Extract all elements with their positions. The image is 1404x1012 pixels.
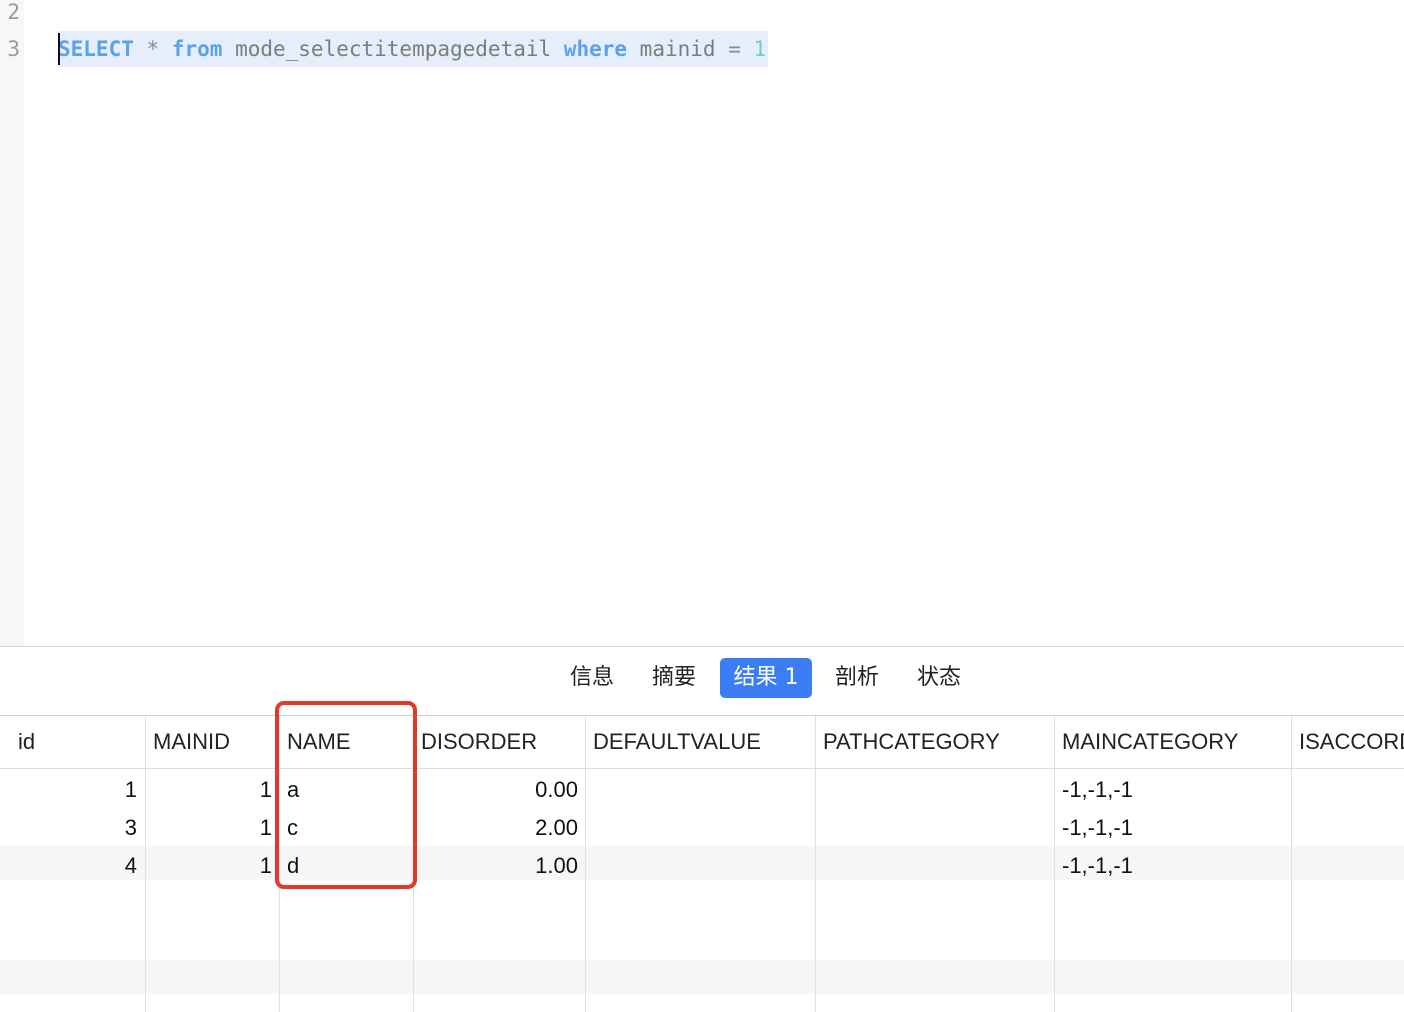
column-header-isaccord[interactable]: ISACCORD bbox=[1299, 726, 1404, 758]
text-caret bbox=[58, 33, 60, 65]
tab-status[interactable]: 状态 bbox=[907, 658, 971, 698]
column-header-mainid[interactable]: MAINID bbox=[153, 726, 273, 758]
cell-pathcategory[interactable] bbox=[823, 810, 1048, 846]
cell-isaccord[interactable] bbox=[1299, 772, 1404, 808]
cell-mainid[interactable]: 1 bbox=[146, 772, 272, 808]
line-number: 3 bbox=[7, 37, 20, 61]
result-tabs: 信息 摘要 结果 1 剖析 状态 bbox=[0, 647, 1404, 715]
cell-mainid[interactable]: 1 bbox=[146, 848, 272, 884]
column-header-pathcategory[interactable]: PATHCATEGORY bbox=[823, 726, 1048, 758]
sql-keyword-select: SELECT bbox=[58, 37, 134, 61]
highlight-annotation-box bbox=[275, 701, 417, 889]
sql-operator: = bbox=[728, 37, 741, 61]
sql-query-line[interactable]: SELECT * from mode_selectitempagedetail … bbox=[58, 31, 769, 67]
cell-pathcategory[interactable] bbox=[823, 772, 1048, 808]
line-number-gutter: 2 3 bbox=[0, 0, 24, 646]
sql-editor[interactable]: 2 3 SELECT * from mode_selectitempagedet… bbox=[0, 0, 1404, 646]
column-divider[interactable] bbox=[1291, 716, 1292, 1012]
cell-defaultvalue[interactable] bbox=[593, 772, 813, 808]
sql-client-window: 2 3 SELECT * from mode_selectitempagedet… bbox=[0, 0, 1404, 1012]
column-header-id[interactable]: id bbox=[18, 726, 138, 758]
tab-info[interactable]: 信息 bbox=[560, 658, 624, 698]
column-divider[interactable] bbox=[1054, 716, 1055, 1012]
row-stripe bbox=[0, 960, 1404, 994]
cell-id[interactable]: 4 bbox=[0, 848, 137, 884]
cell-isaccord[interactable] bbox=[1299, 810, 1404, 846]
sql-column-name: mainid bbox=[639, 37, 716, 61]
sql-table-name: mode_selectitempagedetail bbox=[235, 37, 552, 61]
column-header-maincategory[interactable]: MAINCATEGORY bbox=[1062, 726, 1287, 758]
cell-pathcategory[interactable] bbox=[823, 848, 1048, 884]
cell-disorder[interactable]: 2.00 bbox=[414, 810, 578, 846]
cell-isaccord[interactable] bbox=[1299, 848, 1404, 884]
cell-defaultvalue[interactable] bbox=[593, 848, 813, 884]
sql-keyword-where: where bbox=[563, 37, 628, 61]
sql-number-value: 1 bbox=[753, 37, 767, 61]
column-divider[interactable] bbox=[585, 716, 586, 1012]
result-grid: id MAINID NAME DISORDER DEFAULTVALUE PAT… bbox=[0, 716, 1404, 1012]
header-divider bbox=[0, 768, 1404, 769]
cell-disorder[interactable]: 0.00 bbox=[414, 772, 578, 808]
column-header-disorder[interactable]: DISORDER bbox=[421, 726, 581, 758]
column-header-defaultvalue[interactable]: DEFAULTVALUE bbox=[593, 726, 813, 758]
column-divider[interactable] bbox=[815, 716, 816, 1012]
cell-defaultvalue[interactable] bbox=[593, 810, 813, 846]
tab-result-1[interactable]: 结果 1 bbox=[720, 658, 812, 698]
cell-maincategory[interactable]: -1,-1,-1 bbox=[1062, 810, 1287, 846]
sql-keyword-from: from bbox=[171, 37, 223, 61]
cell-id[interactable]: 3 bbox=[0, 810, 137, 846]
cell-maincategory[interactable]: -1,-1,-1 bbox=[1062, 772, 1287, 808]
cell-disorder[interactable]: 1.00 bbox=[414, 848, 578, 884]
tab-profile[interactable]: 剖析 bbox=[825, 658, 889, 698]
tab-summary[interactable]: 摘要 bbox=[642, 658, 706, 698]
cell-id[interactable]: 1 bbox=[0, 772, 137, 808]
cell-mainid[interactable]: 1 bbox=[146, 810, 272, 846]
sql-star: * bbox=[146, 37, 160, 61]
cell-maincategory[interactable]: -1,-1,-1 bbox=[1062, 848, 1287, 884]
line-number: 2 bbox=[7, 0, 20, 24]
